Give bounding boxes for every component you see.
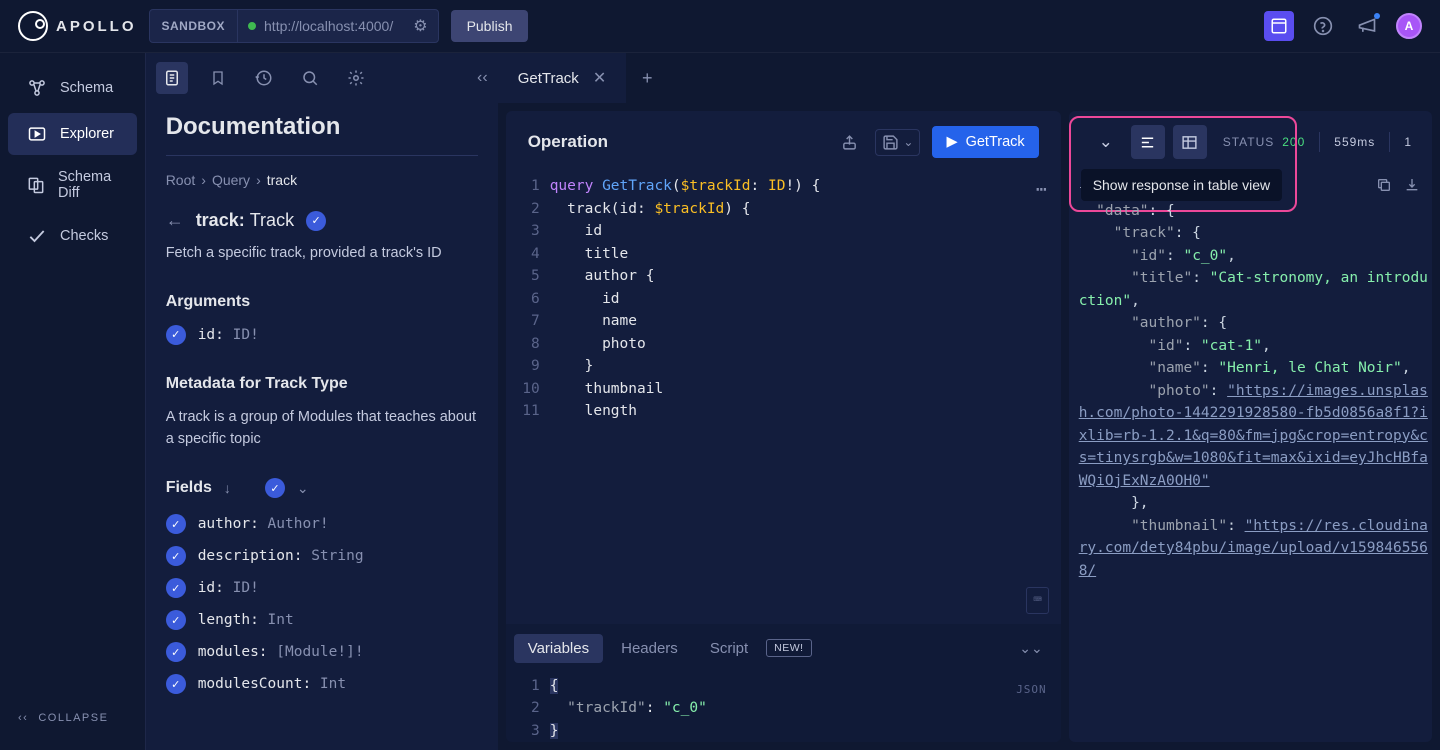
status-label: STATUS xyxy=(1223,135,1275,149)
download-response-icon[interactable] xyxy=(1404,177,1420,201)
field-check-icon[interactable]: ✓ xyxy=(166,674,186,694)
json-view-icon[interactable] xyxy=(1131,125,1165,159)
schema-icon xyxy=(26,77,48,99)
environment-widget: SANDBOX http://localhost:4000/ ⚙ xyxy=(149,9,439,43)
status-code: 200 xyxy=(1282,135,1305,149)
arguments-heading: Arguments xyxy=(166,293,478,311)
field-author[interactable]: author: Author! xyxy=(198,516,329,532)
headers-tab[interactable]: Headers xyxy=(607,634,692,663)
argument-id[interactable]: id: ID! xyxy=(198,327,259,343)
query-editor[interactable]: ⋯ ⌨ 1 2 3 4 5 6 7 8 91011 query GetTrack… xyxy=(506,173,1061,624)
history-icon[interactable] xyxy=(248,62,280,94)
operation-tab[interactable]: GetTrack ✕ xyxy=(498,53,628,103)
collapse-label: COLLAPSE xyxy=(38,712,108,724)
collapse-docs-icon[interactable]: ‹‹ xyxy=(477,69,488,87)
run-operation-button[interactable]: ▶ GetTrack xyxy=(932,126,1038,158)
save-dropdown[interactable]: ⌄ xyxy=(875,129,920,156)
field-length[interactable]: length: Int xyxy=(198,612,294,628)
collapse-variables-icon[interactable]: ⌄⌄ xyxy=(1019,640,1042,657)
collapse-sidebar-button[interactable]: ‹‹ COLLAPSE xyxy=(0,698,145,738)
nav-label: Checks xyxy=(60,228,108,244)
announcement-icon[interactable] xyxy=(1352,11,1382,41)
field-check-icon[interactable]: ✓ xyxy=(166,642,186,662)
diff-icon xyxy=(26,174,46,196)
share-icon[interactable] xyxy=(835,134,863,151)
editor-menu-icon[interactable]: ⋯ xyxy=(1036,179,1049,202)
nav-label: Schema Diff xyxy=(58,169,119,201)
play-icon: ▶ xyxy=(946,134,957,150)
collapse-icon: ‹‹ xyxy=(18,712,28,724)
item-description: Fetch a specific track, provided a track… xyxy=(166,243,478,265)
expand-response-icon[interactable]: ⌄ xyxy=(1089,125,1123,159)
settings-gear-icon[interactable]: ⚙ xyxy=(403,16,437,36)
schema-item-title: track: Track xyxy=(196,210,294,231)
table-view-icon[interactable] xyxy=(1173,125,1207,159)
close-tab-icon[interactable]: ✕ xyxy=(593,68,606,88)
response-json: { "data": { "track": { "id": "c_0", "tit… xyxy=(1069,177,1432,742)
add-tab-button[interactable]: + xyxy=(627,68,667,89)
response-count: 1 xyxy=(1404,135,1412,149)
field-check-icon[interactable]: ✓ xyxy=(166,578,186,598)
nav-explorer[interactable]: Explorer xyxy=(8,113,137,155)
new-badge: NEW! xyxy=(766,639,811,657)
tab-label: GetTrack xyxy=(518,70,579,87)
script-tab[interactable]: Script xyxy=(696,634,762,663)
response-timing: 559ms xyxy=(1334,135,1375,149)
select-all-check-icon[interactable]: ✓ xyxy=(265,478,285,498)
variables-code: { "trackId": "c_0" } xyxy=(550,673,1061,743)
crumb-query[interactable]: Query xyxy=(212,172,250,188)
field-modules[interactable]: modules: [Module!]! xyxy=(198,644,364,660)
docs-icon[interactable] xyxy=(156,62,188,94)
variables-editor[interactable]: JSON 123 { "trackId": "c_0" } xyxy=(506,673,1061,743)
query-code: query GetTrack($trackId: ID!) { track(id… xyxy=(550,173,1061,624)
sandbox-label: SANDBOX xyxy=(150,10,239,42)
back-arrow-icon[interactable]: ← xyxy=(166,210,184,231)
apollo-logo[interactable]: APOLLO xyxy=(18,11,137,41)
breadcrumb: Root› Query› track xyxy=(166,172,478,188)
help-icon[interactable] xyxy=(1308,11,1338,41)
crumb-current: track xyxy=(267,172,297,188)
search-icon[interactable] xyxy=(294,62,326,94)
crumb-root[interactable]: Root xyxy=(166,172,196,188)
studio-icon[interactable] xyxy=(1264,11,1294,41)
publish-button[interactable]: Publish xyxy=(451,10,529,42)
nav-label: Explorer xyxy=(60,126,114,142)
checks-icon xyxy=(26,225,48,247)
user-avatar[interactable]: A xyxy=(1396,13,1422,39)
run-label: GetTrack xyxy=(966,134,1025,150)
field-description[interactable]: description: String xyxy=(198,548,364,564)
field-check-icon[interactable]: ✓ xyxy=(166,610,186,630)
fields-heading: Fields xyxy=(166,479,212,497)
response-body[interactable]: { "data": { "track": { "id": "c_0", "tit… xyxy=(1069,173,1432,742)
metadata-description: A track is a group of Modules that teach… xyxy=(166,407,478,451)
nav-checks[interactable]: Checks xyxy=(8,215,137,257)
nav-schema[interactable]: Schema xyxy=(8,67,137,109)
endpoint-url[interactable]: http://localhost:4000/ xyxy=(264,18,393,34)
field-check-icon[interactable]: ✓ xyxy=(166,325,186,345)
field-check-icon[interactable]: ✓ xyxy=(166,546,186,566)
bookmark-icon[interactable] xyxy=(202,62,234,94)
field-modulesCount[interactable]: modulesCount: Int xyxy=(198,676,346,692)
docs-title: Documentation xyxy=(166,113,478,156)
chevron-down-icon[interactable]: ⌄ xyxy=(297,480,309,497)
notification-dot xyxy=(1374,13,1380,19)
brand-text: APOLLO xyxy=(56,18,137,35)
table-view-tooltip: Show response in table view xyxy=(1081,169,1282,201)
sort-arrow-icon[interactable]: ↓ xyxy=(224,480,231,496)
json-format-label: JSON xyxy=(1016,679,1047,702)
nav-schema-diff[interactable]: Schema Diff xyxy=(8,159,137,211)
variables-tab[interactable]: Variables xyxy=(514,634,603,663)
metadata-heading: Metadata for Track Type xyxy=(166,375,478,393)
added-check-icon[interactable]: ✓ xyxy=(306,211,326,231)
nav-label: Schema xyxy=(60,80,113,96)
field-check-icon[interactable]: ✓ xyxy=(166,514,186,534)
apollo-logo-icon xyxy=(18,11,48,41)
copy-response-icon[interactable] xyxy=(1376,177,1392,201)
keyboard-icon[interactable]: ⌨ xyxy=(1026,587,1048,614)
operation-title: Operation xyxy=(528,132,824,152)
field-id[interactable]: id: ID! xyxy=(198,580,259,596)
connection-status-dot xyxy=(248,22,256,30)
explorer-icon xyxy=(26,123,48,145)
settings-icon[interactable] xyxy=(340,62,372,94)
